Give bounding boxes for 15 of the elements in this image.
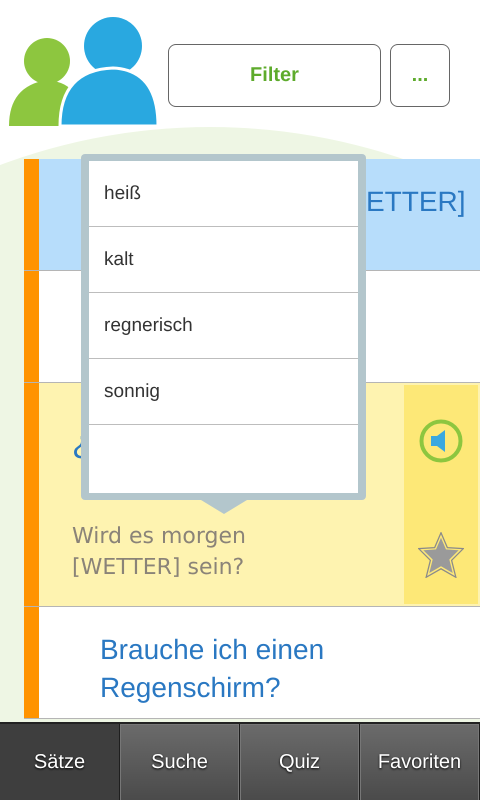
sentence-row[interactable]: Brauche ich einen Regenschirm? (24, 607, 480, 719)
sentence-text: Brauche ich einen Regenschirm? (100, 633, 326, 705)
tab[interactable]: Suche (120, 724, 239, 800)
word-option[interactable]: regnerisch (89, 293, 358, 359)
speaker-icon[interactable] (419, 419, 463, 463)
tab[interactable]: Favoriten (360, 724, 479, 800)
translation-text: Wird es morgen [WETTER] sein? (72, 523, 247, 582)
people-icon (8, 16, 158, 126)
star-icon[interactable] (418, 532, 464, 578)
word-option[interactable]: sonnig (89, 359, 358, 425)
sentence-text: ETTER] (366, 185, 467, 219)
tab[interactable]: Sätze (0, 724, 119, 800)
word-option[interactable]: heiß (89, 161, 358, 227)
tab[interactable]: Quiz (240, 724, 359, 800)
word-option[interactable]: kalt (89, 227, 358, 293)
